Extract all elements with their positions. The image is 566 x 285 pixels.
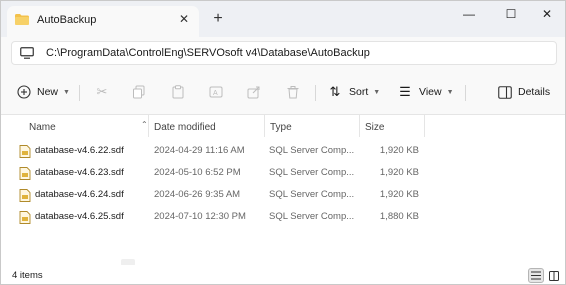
file-name: database-v4.6.23.sdf bbox=[35, 167, 124, 178]
tab-close-icon[interactable]: ✕ bbox=[177, 12, 191, 26]
sort-arrows-icon: ⇅ bbox=[329, 84, 341, 99]
address-row: C:\ProgramData\ControlEng\SERVOsoft v4\D… bbox=[1, 37, 565, 69]
chevron-down-icon: ▼ bbox=[446, 88, 454, 96]
plus-circle-icon bbox=[17, 85, 31, 99]
column-header-type[interactable]: Type bbox=[264, 118, 359, 138]
new-button[interactable]: New ▼ bbox=[17, 81, 70, 103]
column-type-label: Type bbox=[270, 122, 292, 133]
sort-button[interactable]: ⇅ Sort ▼ bbox=[327, 81, 381, 103]
view-label: View bbox=[419, 86, 442, 98]
monitor-icon bbox=[20, 47, 34, 59]
details-list-icon bbox=[531, 271, 541, 280]
view-button[interactable]: ☰ View ▼ bbox=[397, 81, 454, 103]
tab-title: AutoBackup bbox=[37, 14, 97, 26]
details-label: Details bbox=[518, 86, 551, 98]
share-button[interactable] bbox=[247, 81, 261, 103]
paste-icon bbox=[172, 85, 184, 99]
sort-label: Sort bbox=[349, 86, 369, 98]
divider bbox=[465, 85, 466, 101]
copy-icon bbox=[133, 85, 145, 99]
svg-text:A: A bbox=[213, 90, 218, 97]
cut-icon: ✂ bbox=[96, 84, 108, 99]
address-bar[interactable]: C:\ProgramData\ControlEng\SERVOsoft v4\D… bbox=[11, 41, 557, 65]
title-bar: AutoBackup ✕ + — ☐ ✕ bbox=[1, 1, 565, 37]
file-name: database-v4.6.24.sdf bbox=[35, 189, 124, 200]
database-file-icon bbox=[19, 211, 31, 224]
delete-icon bbox=[287, 86, 299, 99]
details-button[interactable]: Details bbox=[498, 81, 550, 103]
column-header-name[interactable]: ⌃ Name bbox=[23, 118, 148, 138]
file-size: 1,880 KB bbox=[379, 211, 419, 222]
copy-button[interactable] bbox=[132, 81, 146, 103]
file-row[interactable]: database-v4.6.25.sdf 2024-07-10 12:30 PM… bbox=[1, 206, 565, 228]
sort-up-icon: ⌃ bbox=[141, 120, 148, 129]
rename-icon: A bbox=[209, 86, 223, 98]
file-type: SQL Server Comp... bbox=[269, 145, 355, 156]
new-label: New bbox=[37, 86, 59, 98]
command-bar: New ▼ ✂ A ⇅ Sort ▼ ☰ View ▼ Details bbox=[1, 69, 565, 115]
column-header-date[interactable]: Date modified bbox=[148, 118, 264, 138]
explorer-window: AutoBackup ✕ + — ☐ ✕ C:\ProgramData\Cont… bbox=[0, 0, 566, 285]
tiles-icon bbox=[549, 270, 559, 281]
file-list: ⌃ Name Date modified Type Size database-… bbox=[1, 115, 565, 265]
chevron-down-icon: ▼ bbox=[63, 88, 70, 96]
column-size-label: Size bbox=[365, 122, 385, 133]
column-header-size[interactable]: Size bbox=[359, 118, 424, 138]
file-name: database-v4.6.25.sdf bbox=[35, 211, 124, 222]
file-row[interactable]: database-v4.6.23.sdf 2024-05-10 6:52 PM … bbox=[1, 162, 565, 184]
column-divider[interactable] bbox=[424, 115, 425, 137]
file-name: database-v4.6.22.sdf bbox=[35, 145, 124, 156]
view-lines-icon: ☰ bbox=[399, 84, 411, 99]
file-type: SQL Server Comp... bbox=[269, 189, 355, 200]
column-name-label: Name bbox=[29, 122, 56, 133]
maximize-button[interactable]: ☐ bbox=[497, 5, 525, 23]
file-size: 1,920 KB bbox=[379, 145, 419, 156]
file-date: 2024-07-10 12:30 PM bbox=[154, 211, 246, 222]
tiles-view-button[interactable] bbox=[546, 268, 562, 283]
address-path: C:\ProgramData\ControlEng\SERVOsoft v4\D… bbox=[46, 47, 370, 59]
file-date: 2024-05-10 6:52 PM bbox=[154, 167, 241, 178]
minimize-button[interactable]: — bbox=[455, 5, 483, 23]
details-view-button[interactable] bbox=[528, 268, 544, 283]
details-pane-icon bbox=[498, 85, 512, 99]
database-file-icon bbox=[19, 145, 31, 158]
share-icon bbox=[247, 86, 260, 99]
chevron-down-icon: ▼ bbox=[373, 88, 381, 96]
column-date-label: Date modified bbox=[154, 122, 216, 133]
file-date: 2024-04-29 11:16 AM bbox=[154, 145, 245, 156]
cut-button[interactable]: ✂ bbox=[94, 81, 110, 103]
paste-button[interactable] bbox=[171, 81, 185, 103]
database-file-icon bbox=[19, 167, 31, 180]
rename-button[interactable]: A bbox=[209, 81, 223, 103]
status-bar: 4 items bbox=[1, 265, 565, 284]
file-row[interactable]: database-v4.6.22.sdf 2024-04-29 11:16 AM… bbox=[1, 140, 565, 162]
close-button[interactable]: ✕ bbox=[533, 5, 561, 23]
file-row[interactable]: database-v4.6.24.sdf 2024-06-26 9:35 AM … bbox=[1, 184, 565, 206]
divider bbox=[315, 85, 316, 101]
tab-autobackup[interactable]: AutoBackup ✕ bbox=[7, 6, 199, 37]
file-date: 2024-06-26 9:35 AM bbox=[154, 189, 241, 200]
file-type: SQL Server Comp... bbox=[269, 167, 355, 178]
divider bbox=[79, 85, 80, 101]
delete-button[interactable] bbox=[286, 81, 300, 103]
file-type: SQL Server Comp... bbox=[269, 211, 355, 222]
new-tab-button[interactable]: + bbox=[210, 11, 226, 27]
item-count: 4 items bbox=[12, 270, 43, 281]
file-size: 1,920 KB bbox=[379, 189, 419, 200]
database-file-icon bbox=[19, 189, 31, 202]
file-size: 1,920 KB bbox=[379, 167, 419, 178]
folder-icon bbox=[15, 14, 29, 25]
